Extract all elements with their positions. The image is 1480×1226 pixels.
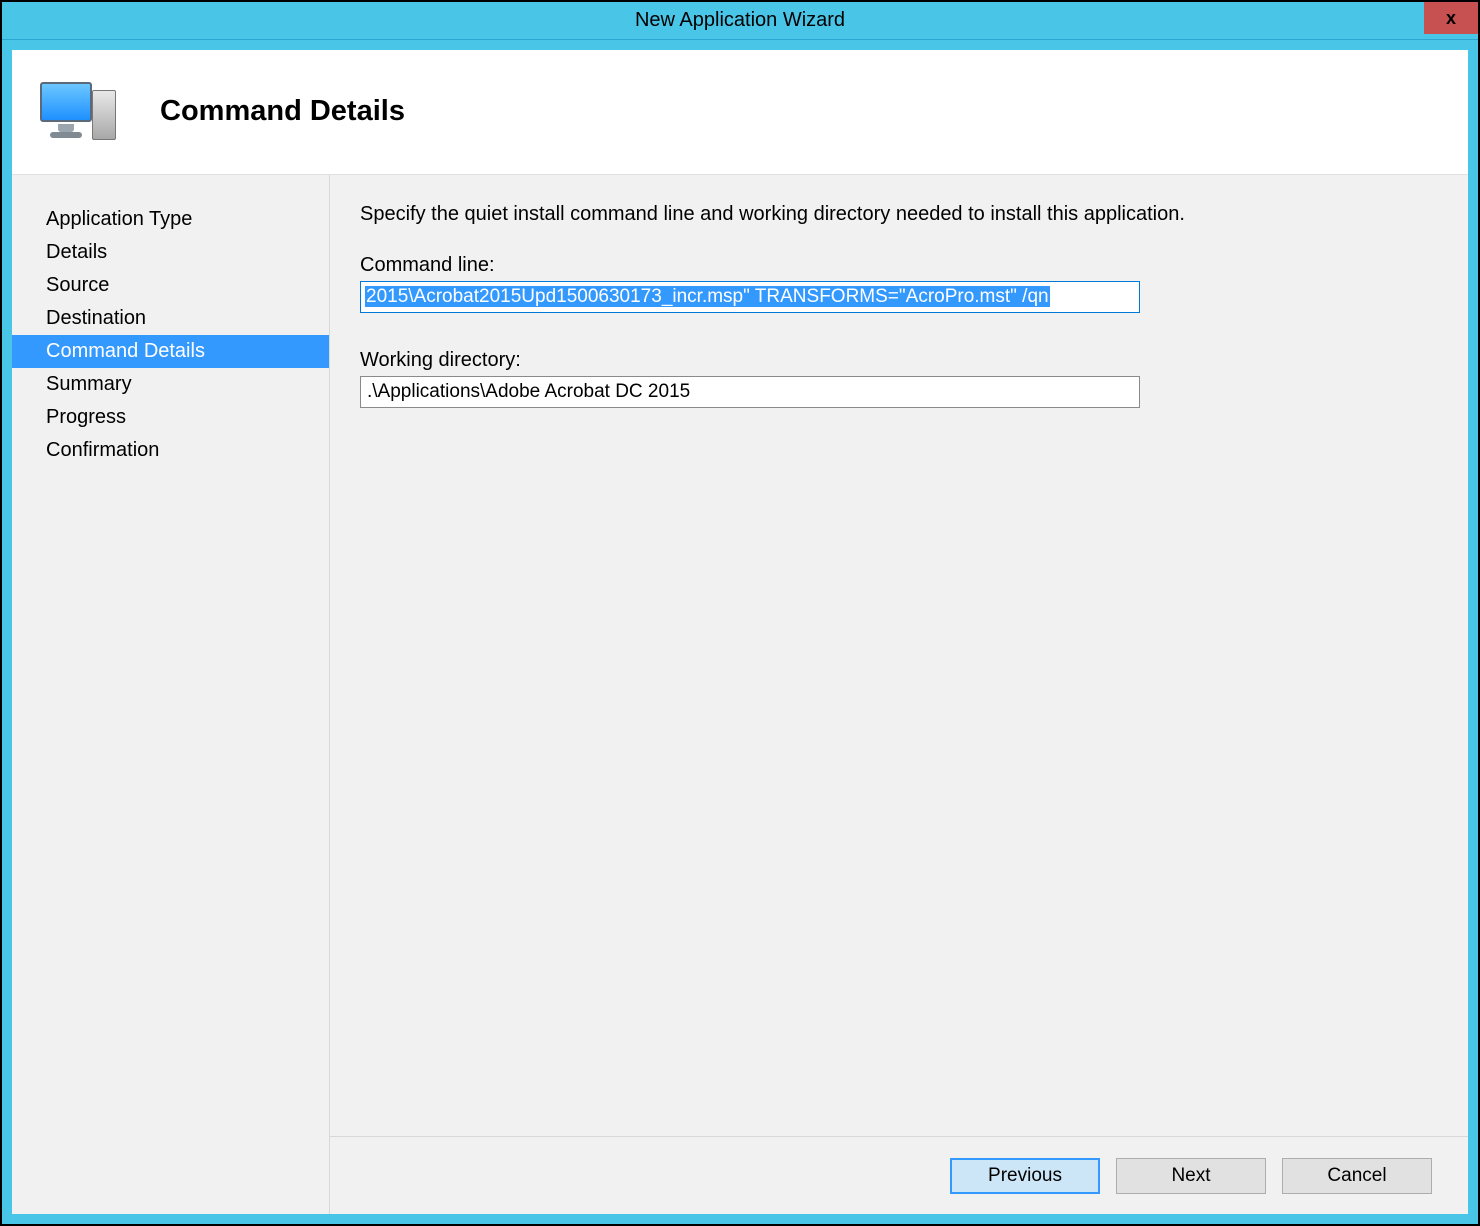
main-panel: Specify the quiet install command line a… (330, 175, 1468, 1214)
sidebar-item-summary[interactable]: Summary (12, 368, 329, 401)
command-line-group: Command line: 2015\Acrobat2015Upd1500630… (360, 254, 1434, 313)
command-line-value: 2015\Acrobat2015Upd1500630173_incr.msp" … (365, 286, 1050, 307)
next-button[interactable]: Next (1116, 1158, 1266, 1194)
sidebar-item-source[interactable]: Source (12, 269, 329, 302)
titlebar[interactable]: New Application Wizard x (2, 2, 1478, 40)
computer-icon (40, 76, 120, 146)
sidebar-item-application-type[interactable]: Application Type (12, 203, 329, 236)
command-line-input[interactable]: 2015\Acrobat2015Upd1500630173_incr.msp" … (360, 281, 1140, 313)
wizard-window: New Application Wizard x Command Details… (0, 0, 1480, 1226)
working-directory-label: Working directory: (360, 349, 1434, 372)
working-directory-group: Working directory: (360, 349, 1434, 408)
previous-button[interactable]: Previous (950, 1158, 1100, 1194)
page-title: Command Details (160, 95, 405, 128)
sidebar-item-destination[interactable]: Destination (12, 302, 329, 335)
instruction-text: Specify the quiet install command line a… (360, 203, 1434, 226)
sidebar-item-label: Details (46, 241, 107, 263)
button-bar: Previous Next Cancel (330, 1136, 1468, 1214)
command-line-label: Command line: (360, 254, 1434, 277)
sidebar-item-label: Summary (46, 373, 132, 395)
sidebar-item-label: Destination (46, 307, 146, 329)
sidebar-item-label: Progress (46, 406, 126, 428)
cancel-button[interactable]: Cancel (1282, 1158, 1432, 1194)
working-directory-input[interactable] (360, 376, 1140, 408)
body-area: Application Type Details Source Destinat… (12, 174, 1468, 1214)
close-icon: x (1446, 8, 1456, 29)
sidebar-item-label: Command Details (46, 340, 205, 362)
sidebar-item-label: Application Type (46, 208, 192, 230)
close-button[interactable]: x (1424, 2, 1478, 34)
header-panel: Command Details (12, 50, 1468, 174)
sidebar-item-label: Confirmation (46, 439, 159, 461)
sidebar-item-progress[interactable]: Progress (12, 401, 329, 434)
sidebar-item-command-details[interactable]: Command Details (12, 335, 329, 368)
sidebar-item-details[interactable]: Details (12, 236, 329, 269)
window-frame: Command Details Application Type Details… (2, 40, 1478, 1224)
main-content: Specify the quiet install command line a… (330, 175, 1468, 1136)
sidebar-item-label: Source (46, 274, 109, 296)
sidebar-item-confirmation[interactable]: Confirmation (12, 434, 329, 467)
window-title: New Application Wizard (635, 9, 845, 32)
wizard-steps-sidebar: Application Type Details Source Destinat… (12, 175, 330, 1214)
